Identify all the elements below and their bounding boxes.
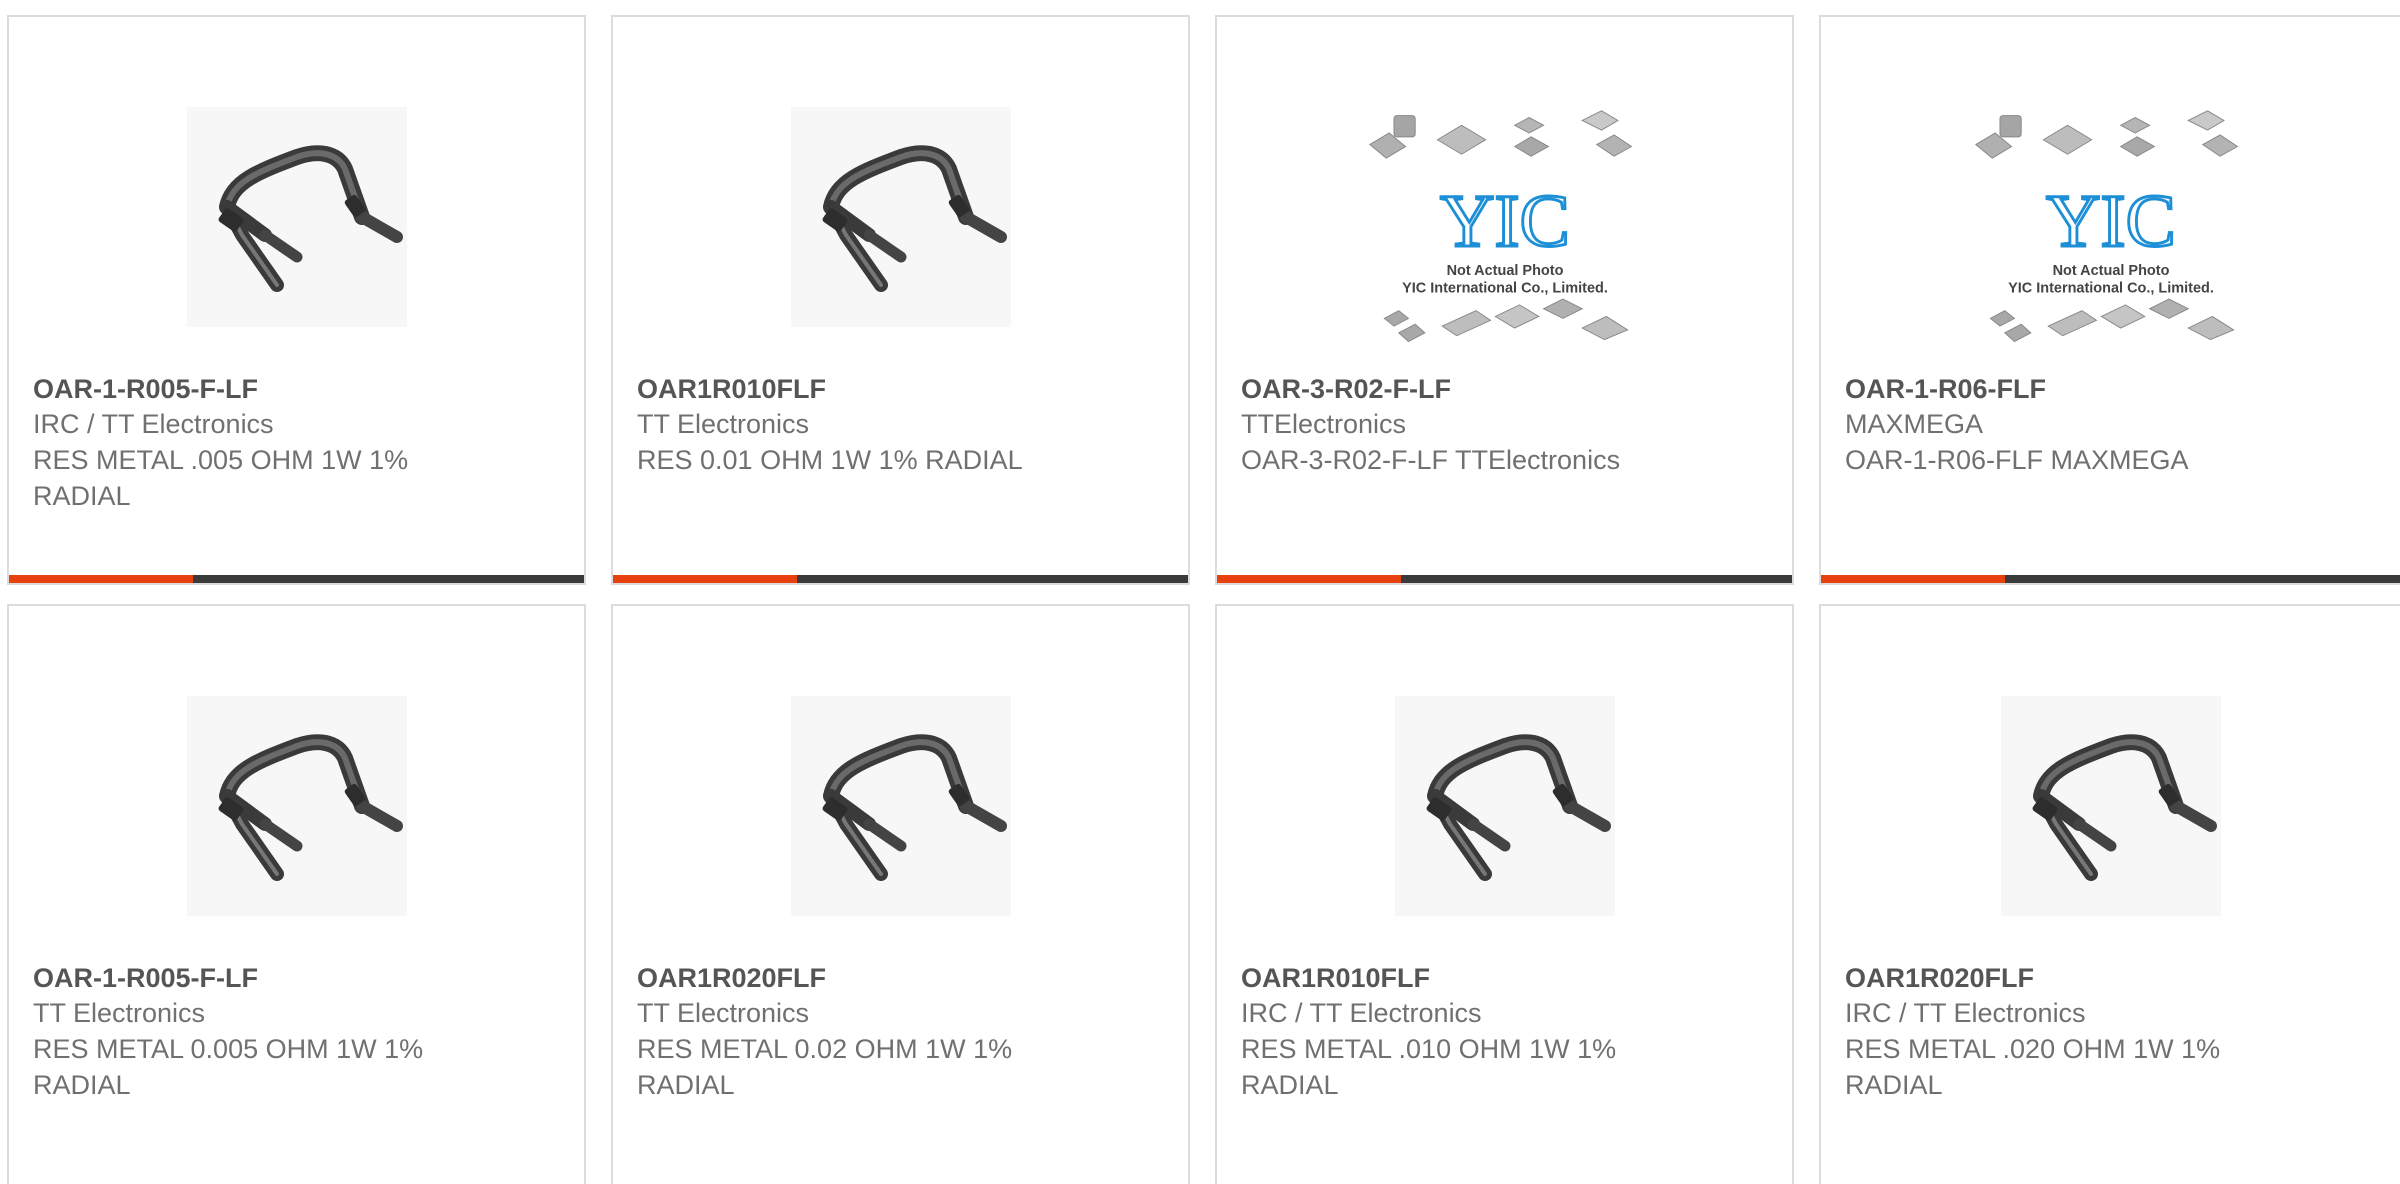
manufacturer: TTElectronics	[1241, 409, 1407, 439]
product-card[interactable]: YIC Not Actual Photo YIC International C…	[1215, 15, 1794, 585]
resistor-icon	[186, 696, 407, 916]
svg-text:YIC International Co., Limited: YIC International Co., Limited.	[2008, 280, 2214, 296]
resistor-icon	[790, 107, 1011, 327]
description: RES METAL 0.005 OHM 1W 1% RADIAL	[33, 1034, 424, 1100]
product-card[interactable]: OAR-1-R005-F-LF TT Electronics RES METAL…	[7, 604, 586, 1184]
product-grid: OAR-1-R005-F-LF IRC / TT Electronics RES…	[0, 0, 2400, 1184]
card-progress-bar	[9, 575, 584, 583]
resistor-image	[157, 666, 437, 946]
product-card[interactable]: OAR1R020FLF IRC / TT Electronics RES MET…	[1819, 604, 2400, 1184]
part-number: OAR-1-R005-F-LF	[33, 374, 259, 404]
description: RES METAL .010 OHM 1W 1% RADIAL	[1241, 1034, 1617, 1100]
resistor-icon	[1394, 696, 1615, 916]
not-actual-photo-image: YIC Not Actual Photo YIC International C…	[1971, 77, 2251, 357]
part-number: OAR-1-R005-F-LF	[33, 963, 259, 993]
manufacturer: TT Electronics	[637, 998, 810, 1028]
resistor-image	[1365, 666, 1645, 946]
description: RES METAL 0.02 OHM 1W 1% RADIAL	[637, 1034, 1013, 1100]
manufacturer: IRC / TT Electronics	[33, 409, 274, 439]
svg-text:YIC: YIC	[1440, 180, 1570, 263]
resistor-icon	[790, 696, 1011, 916]
description: OAR-3-R02-F-LF TTElectronics	[1241, 445, 1621, 475]
resistor-icon	[2000, 696, 2221, 916]
part-number: OAR-3-R02-F-LF	[1241, 374, 1451, 404]
manufacturer: TT Electronics	[637, 409, 810, 439]
svg-text:YIC: YIC	[2046, 180, 2176, 263]
part-number: OAR1R010FLF	[1241, 963, 1431, 993]
svg-text:Not Actual Photo: Not Actual Photo	[1446, 263, 1563, 279]
product-card[interactable]: OAR-1-R005-F-LF IRC / TT Electronics RES…	[7, 15, 586, 585]
resistor-image	[761, 77, 1041, 357]
manufacturer: TT Electronics	[33, 998, 206, 1028]
card-progress-bar	[1217, 575, 1792, 583]
product-card[interactable]: OAR1R020FLF TT Electronics RES METAL 0.0…	[611, 604, 1190, 1184]
resistor-image	[157, 77, 437, 357]
yic-logo-icon: YIC Not Actual Photo YIC International C…	[1368, 110, 1632, 343]
manufacturer: MAXMEGA	[1845, 409, 1984, 439]
part-number: OAR-1-R06-FLF	[1845, 374, 2046, 404]
resistor-icon	[186, 107, 407, 327]
resistor-image	[761, 666, 1041, 946]
card-progress-bar	[613, 575, 1188, 583]
part-number: OAR1R010FLF	[637, 374, 827, 404]
part-number: OAR1R020FLF	[1845, 963, 2035, 993]
product-card[interactable]: YIC Not Actual Photo YIC International C…	[1819, 15, 2400, 585]
product-card[interactable]: OAR1R010FLF IRC / TT Electronics RES MET…	[1215, 604, 1794, 1184]
card-progress-bar	[1821, 575, 2400, 583]
resistor-image	[1971, 666, 2251, 946]
part-number: OAR1R020FLF	[637, 963, 827, 993]
description: RES 0.01 OHM 1W 1% RADIAL	[637, 445, 1023, 475]
description: RES METAL .020 OHM 1W 1% RADIAL	[1845, 1034, 2221, 1100]
manufacturer: IRC / TT Electronics	[1241, 998, 1482, 1028]
not-actual-photo-image: YIC Not Actual Photo YIC International C…	[1365, 77, 1645, 357]
manufacturer: IRC / TT Electronics	[1845, 998, 2086, 1028]
svg-text:YIC International Co., Limited: YIC International Co., Limited.	[1402, 280, 1608, 296]
yic-logo-icon: YIC Not Actual Photo YIC International C…	[1974, 110, 2238, 343]
description: OAR-1-R06-FLF MAXMEGA	[1845, 445, 2189, 475]
svg-text:Not Actual Photo: Not Actual Photo	[2052, 263, 2169, 279]
product-card[interactable]: OAR1R010FLF TT Electronics RES 0.01 OHM …	[611, 15, 1190, 585]
description: RES METAL .005 OHM 1W 1% RADIAL	[33, 445, 409, 511]
